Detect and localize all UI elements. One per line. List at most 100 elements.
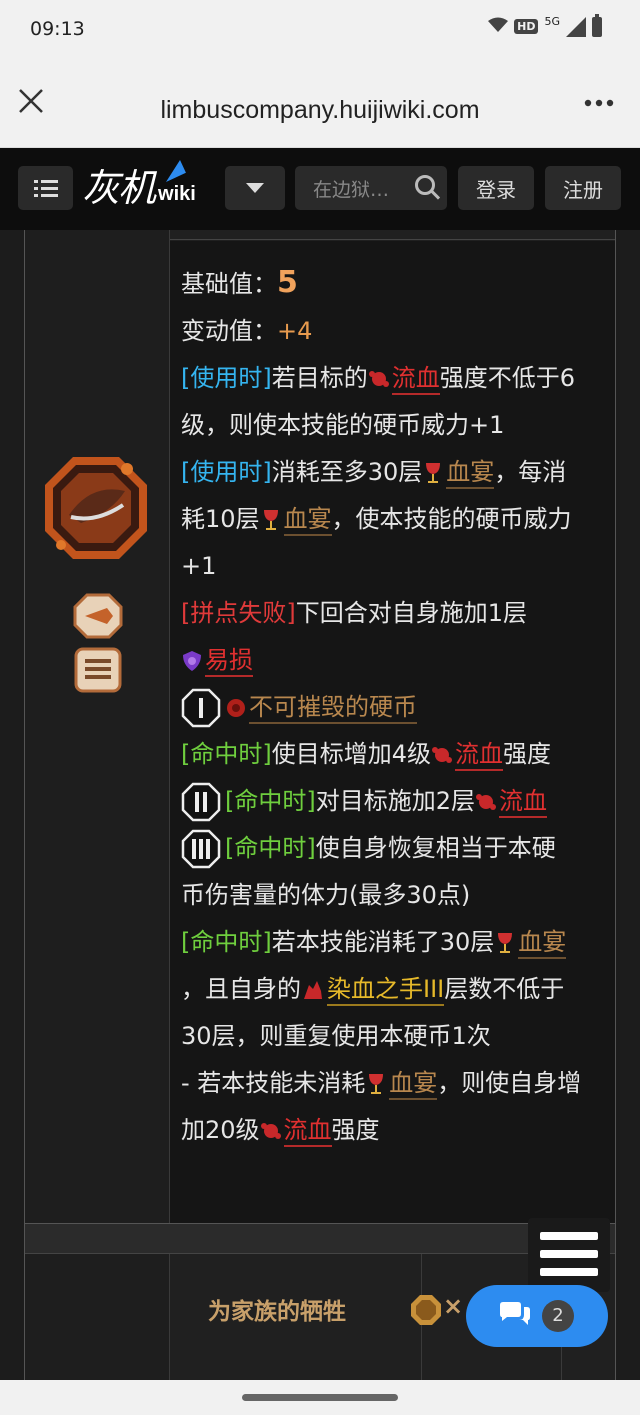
effect-line: 30层，则重复使用本硬币1次 xyxy=(181,1013,611,1060)
on-hit-tag: [命中时] xyxy=(181,740,272,768)
coin-line: 不可摧毁的硬币 xyxy=(181,684,611,731)
more-vert-icon[interactable] xyxy=(584,80,614,115)
effect-text: ，则使自身增 xyxy=(437,1069,582,1097)
effect-line: 易损 xyxy=(181,637,611,684)
fragile-icon xyxy=(183,651,201,671)
logo-text: 灰机 xyxy=(82,166,156,210)
effect-text: 币伤害量的体力(最多30点) xyxy=(181,881,471,909)
pierce-type-icon xyxy=(73,593,123,639)
keyword-bleed[interactable]: 流血 xyxy=(499,787,548,818)
menu-bar-icon xyxy=(540,1268,598,1276)
effect-text: 强度不低于6 xyxy=(439,364,576,392)
coin-line: [命中时]对目标施加2层 流血 xyxy=(181,778,611,825)
logo-wiki: wiki xyxy=(158,183,196,205)
divider xyxy=(170,239,615,240)
on-hit-tag: [命中时] xyxy=(225,787,316,815)
variation-row: 变动值：+4 xyxy=(181,308,611,355)
status-icons: HD 5G xyxy=(488,13,602,38)
clash-lose-tag: [拼点失败] xyxy=(181,599,296,627)
site-logo[interactable]: 灰机 wiki xyxy=(82,160,196,212)
floating-menu-button[interactable] xyxy=(528,1218,610,1292)
effect-line: 加20级 流血强度 xyxy=(181,1107,611,1154)
effect-text: 使目标增加4级 xyxy=(271,740,432,768)
effect-text: 消耗至多30层 xyxy=(271,458,423,486)
skill-icon-column xyxy=(25,230,170,1380)
chat-bubble-icon xyxy=(500,1302,530,1325)
goblet-icon xyxy=(498,933,513,953)
on-use-tag: [使用时] xyxy=(181,458,272,486)
register-button[interactable]: 注册 xyxy=(545,166,621,210)
base-label: 基础值： xyxy=(181,270,277,298)
effect-line: 级，则使本技能的硬币威力+1 xyxy=(181,402,611,449)
effect-line: [使用时]若目标的 流血强度不低于6 xyxy=(181,355,611,402)
keyword-unbreakable-coin[interactable]: 不可摧毁的硬币 xyxy=(249,693,417,724)
site-navbar: 灰机 wiki 在边狱… 登录 注册 xyxy=(0,148,640,230)
keyword-bleed[interactable]: 流血 xyxy=(391,364,440,395)
next-skill-title[interactable]: 为家族的牺牲 xyxy=(208,1292,346,1326)
skill-description: 基础值：5 变动值：+4 [使用时]若目标的 流血强度不低于6 级，则使本技能的硬… xyxy=(181,259,611,1154)
login-button[interactable]: 登录 xyxy=(458,166,534,210)
variation-label: 变动值： xyxy=(181,317,277,345)
home-gesture-pill[interactable] xyxy=(242,1394,398,1401)
keyword-bloodstained-hand[interactable]: 染血之手III xyxy=(327,975,445,1006)
keyword-bleed[interactable]: 流血 xyxy=(455,740,504,771)
coin-icon xyxy=(411,1295,441,1325)
url-text[interactable]: limbuscompany.huijiwiki.com xyxy=(0,96,640,125)
effect-text: 级，则使本技能的硬币威力+1 xyxy=(181,411,505,439)
page-content: 基础值：5 变动值：+4 [使用时]若目标的 流血强度不低于6 级，则使本技能的硬… xyxy=(0,230,640,1380)
effect-text: 若目标的 xyxy=(271,364,368,392)
bleed-icon xyxy=(432,747,453,763)
keyword-fragile[interactable]: 易损 xyxy=(205,646,253,677)
search-box[interactable]: 在边狱… xyxy=(295,166,447,210)
on-hit-tag: [命中时] xyxy=(225,834,316,862)
network-label: 5G xyxy=(544,15,560,28)
coin-1-icon xyxy=(181,688,221,728)
bloodstained-hand-icon xyxy=(304,981,322,999)
keyword-feast[interactable]: 血宴 xyxy=(283,505,332,536)
effect-text: 若本技能消耗了30层 xyxy=(271,928,495,956)
menu-bar-icon xyxy=(540,1232,598,1240)
next-skill-icon-column xyxy=(25,1254,170,1380)
gluttony-sin-icon xyxy=(74,647,122,693)
comment-count-badge: 2 xyxy=(542,1300,574,1332)
coin-line: [命中时]使自身恢复相当于本硬 xyxy=(181,825,611,872)
hd-icon: HD xyxy=(514,19,539,34)
bleed-icon xyxy=(368,371,389,387)
menu-bar-icon xyxy=(540,1250,598,1258)
on-hit-tag: [命中时] xyxy=(181,928,272,956)
effect-text: 层数不低于 xyxy=(444,975,565,1003)
effect-text: ，每消 xyxy=(494,458,567,486)
status-bar: 09:13 HD 5G xyxy=(0,0,640,58)
effect-text: 强度 xyxy=(331,1116,380,1144)
effect-text: 强度 xyxy=(503,740,552,768)
list-icon xyxy=(33,180,58,197)
system-nav-bar xyxy=(0,1380,640,1415)
effect-line: [命中时]若本技能消耗了30层 血宴 xyxy=(181,919,611,966)
unbreakable-coin-icon xyxy=(227,699,245,717)
effect-text: ，使本技能的硬币威力 xyxy=(331,505,572,533)
skill-octagon-icon xyxy=(45,457,147,559)
bleed-icon xyxy=(476,794,497,810)
effect-line: 币伤害量的体力(最多30点) xyxy=(181,872,611,919)
coin-multiplier: × xyxy=(443,1292,464,1320)
wifi-icon xyxy=(488,17,509,37)
paper-plane-icon xyxy=(160,160,186,182)
variation-value: +4 xyxy=(277,317,313,345)
keyword-bleed[interactable]: 流血 xyxy=(283,1116,332,1147)
goblet-icon xyxy=(426,463,441,483)
keyword-feast[interactable]: 血宴 xyxy=(518,928,567,959)
effect-line: +1 xyxy=(181,543,611,590)
menu-button[interactable] xyxy=(18,166,73,210)
caret-down-icon xyxy=(246,183,264,193)
skill-card: 基础值：5 变动值：+4 [使用时]若目标的 流血强度不低于6 级，则使本技能的硬… xyxy=(24,230,616,1380)
comments-button[interactable]: 2 xyxy=(466,1285,608,1347)
coin-3-icon xyxy=(181,829,221,869)
keyword-feast[interactable]: 血宴 xyxy=(389,1069,438,1100)
effect-text: 对目标施加2层 xyxy=(315,787,476,815)
effect-text: +1 xyxy=(181,552,217,580)
goblet-icon xyxy=(369,1074,384,1094)
keyword-feast[interactable]: 血宴 xyxy=(446,458,495,489)
card-header xyxy=(25,1224,615,1254)
search-icon[interactable] xyxy=(415,175,435,195)
dropdown-button[interactable] xyxy=(225,166,285,210)
